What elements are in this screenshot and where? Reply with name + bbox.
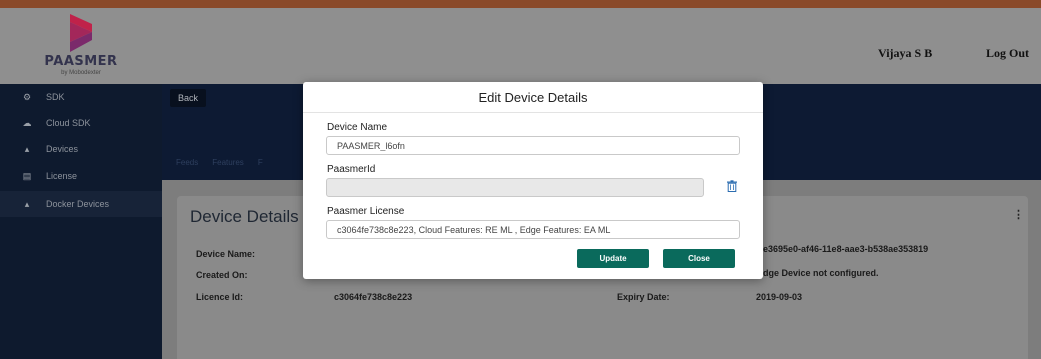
user-name: Vijaya S B (878, 46, 933, 60)
expiry-date-label: Expiry Date: (617, 292, 670, 302)
file-icon: ▤ (22, 170, 32, 181)
sidebar-item-label: License (46, 171, 78, 181)
sidebar-item-sdk[interactable]: ⚙ SDK (0, 84, 162, 110)
sidebar: ⚙ SDK ☁ Cloud SDK ▴ Devices ▤ License ▴ … (0, 84, 162, 359)
modal-title: Edit Device Details (478, 90, 588, 105)
device-tabs: Feeds Features F (176, 158, 263, 167)
license-input[interactable] (326, 220, 740, 239)
licence-id-label: Licence Id: (196, 292, 244, 302)
sitemap-icon: ▴ (24, 198, 30, 209)
device-name-input[interactable] (326, 136, 740, 155)
created-on-label: Created On: (196, 270, 248, 280)
sidebar-item-label: Cloud SDK (46, 118, 91, 128)
edit-device-modal: Edit Device Details Device Name PaasmerI… (303, 82, 763, 279)
device-name-field-label: Device Name (327, 122, 388, 133)
app-header: PAASMER by Mobodexter Vijaya S B Log Out (0, 8, 1041, 84)
sidebar-item-devices[interactable]: ▴ Devices (0, 136, 162, 162)
sitemap-icon: ▴ (24, 143, 30, 154)
paasmer-logo[interactable]: PAASMER by Mobodexter (36, 14, 126, 80)
tab-more[interactable]: F (258, 158, 263, 167)
sidebar-item-label: Devices (46, 144, 79, 154)
tab-feeds[interactable]: Feeds (176, 158, 198, 167)
cloud-icon: ☁ (22, 117, 32, 128)
more-vertical-icon[interactable]: ⋮ (1013, 208, 1024, 221)
top-border-strip (0, 0, 1041, 8)
modal-divider (303, 112, 763, 113)
expiry-date-value: 2019-09-03 (756, 292, 803, 302)
edge-status-value: dge Device not configured. (763, 268, 879, 278)
card-title: Device Details (190, 207, 299, 226)
close-button[interactable]: Close (663, 249, 735, 268)
brand-subtitle: by Mobodexter (61, 70, 101, 76)
license-field-label: Paasmer License (327, 206, 405, 217)
cogs-icon: ⚙ (22, 91, 32, 102)
sidebar-item-docker-devices[interactable]: ▴ Docker Devices (0, 191, 162, 217)
sidebar-item-label: SDK (46, 92, 65, 102)
logout-link[interactable]: Log Out (986, 46, 1029, 61)
paasmer-id-field-label: PaasmerId (327, 164, 376, 175)
sidebar-item-cloud-sdk[interactable]: ☁ Cloud SDK (0, 110, 162, 136)
device-id-value: e3695e0-af46-11e8-aae3-b538ae353819 (763, 244, 929, 254)
sidebar-item-label: Docker Devices (46, 199, 110, 209)
trash-icon[interactable] (726, 180, 738, 192)
sidebar-item-license[interactable]: ▤ License (0, 163, 162, 189)
paasmer-id-input (326, 178, 704, 197)
paasmer-logo-mark-icon (70, 14, 92, 52)
tab-features[interactable]: Features (212, 158, 244, 167)
licence-id-value: c3064fe738c8e223 (334, 292, 413, 302)
back-button[interactable]: Back (170, 89, 206, 107)
update-button[interactable]: Update (577, 249, 649, 268)
device-name-label: Device Name: (196, 249, 256, 259)
brand-name: PAASMER (44, 54, 118, 69)
